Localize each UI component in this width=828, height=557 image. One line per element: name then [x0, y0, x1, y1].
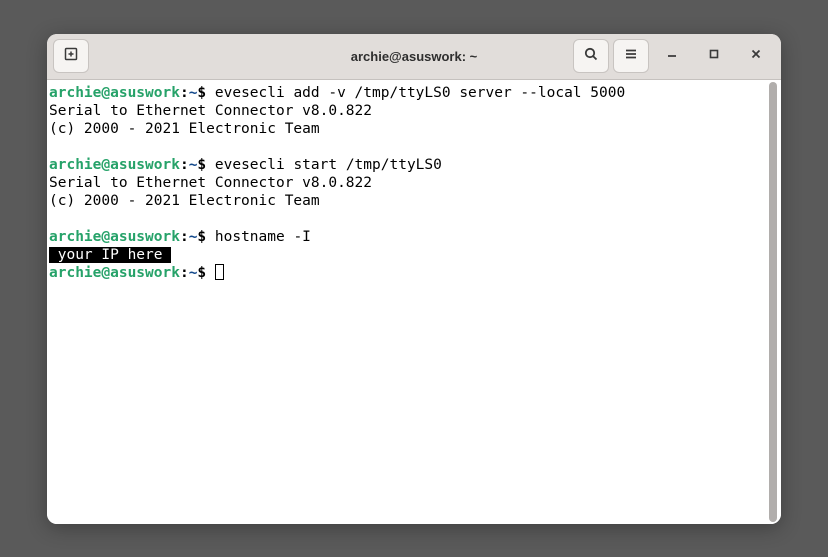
new-tab-button[interactable]	[53, 39, 89, 73]
output-line: (c) 2000 - 2021 Electronic Team	[49, 192, 779, 210]
command-text: hostname -I	[206, 229, 311, 245]
prompt-symbol: $	[197, 85, 206, 101]
search-button[interactable]	[573, 39, 609, 73]
prompt-sep: :	[180, 265, 189, 281]
prompt-user: archie@asuswork	[49, 157, 180, 173]
highlighted-output: your IP here	[49, 247, 171, 263]
search-icon	[583, 46, 599, 67]
minimize-button[interactable]	[653, 39, 691, 73]
prompt-symbol: $	[197, 229, 206, 245]
scrollbar[interactable]	[769, 82, 779, 522]
output-line: Serial to Ethernet Connector v8.0.822	[49, 174, 779, 192]
command-text: evesecli add -v /tmp/ttyLS0 server --loc…	[206, 85, 625, 101]
close-icon	[749, 47, 763, 66]
prompt-sep: :	[180, 85, 189, 101]
new-tab-icon	[63, 46, 79, 67]
terminal-body[interactable]: archie@asuswork:~$ evesecli add -v /tmp/…	[47, 80, 781, 524]
prompt-user: archie@asuswork	[49, 85, 180, 101]
close-button[interactable]	[737, 39, 775, 73]
output-line: Serial to Ethernet Connector v8.0.822	[49, 102, 779, 120]
prompt-sep: :	[180, 157, 189, 173]
terminal-window: archie@asuswork: ~	[47, 34, 781, 524]
titlebar-left	[53, 39, 89, 73]
command-text	[206, 265, 215, 281]
cursor	[215, 264, 224, 280]
prompt-user: archie@asuswork	[49, 265, 180, 281]
titlebar-right	[573, 39, 775, 73]
menu-button[interactable]	[613, 39, 649, 73]
menu-icon	[623, 46, 639, 67]
titlebar: archie@asuswork: ~	[47, 34, 781, 80]
output-line: (c) 2000 - 2021 Electronic Team	[49, 120, 779, 138]
terminal-content: archie@asuswork:~$ evesecli add -v /tmp/…	[49, 84, 779, 282]
prompt-sep: :	[180, 229, 189, 245]
scrollbar-thumb[interactable]	[769, 82, 777, 522]
prompt-user: archie@asuswork	[49, 229, 180, 245]
minimize-icon	[665, 47, 679, 66]
prompt-symbol: $	[197, 157, 206, 173]
prompt-symbol: $	[197, 265, 206, 281]
maximize-icon	[707, 47, 721, 66]
command-text: evesecli start /tmp/ttyLS0	[206, 157, 442, 173]
maximize-button[interactable]	[695, 39, 733, 73]
